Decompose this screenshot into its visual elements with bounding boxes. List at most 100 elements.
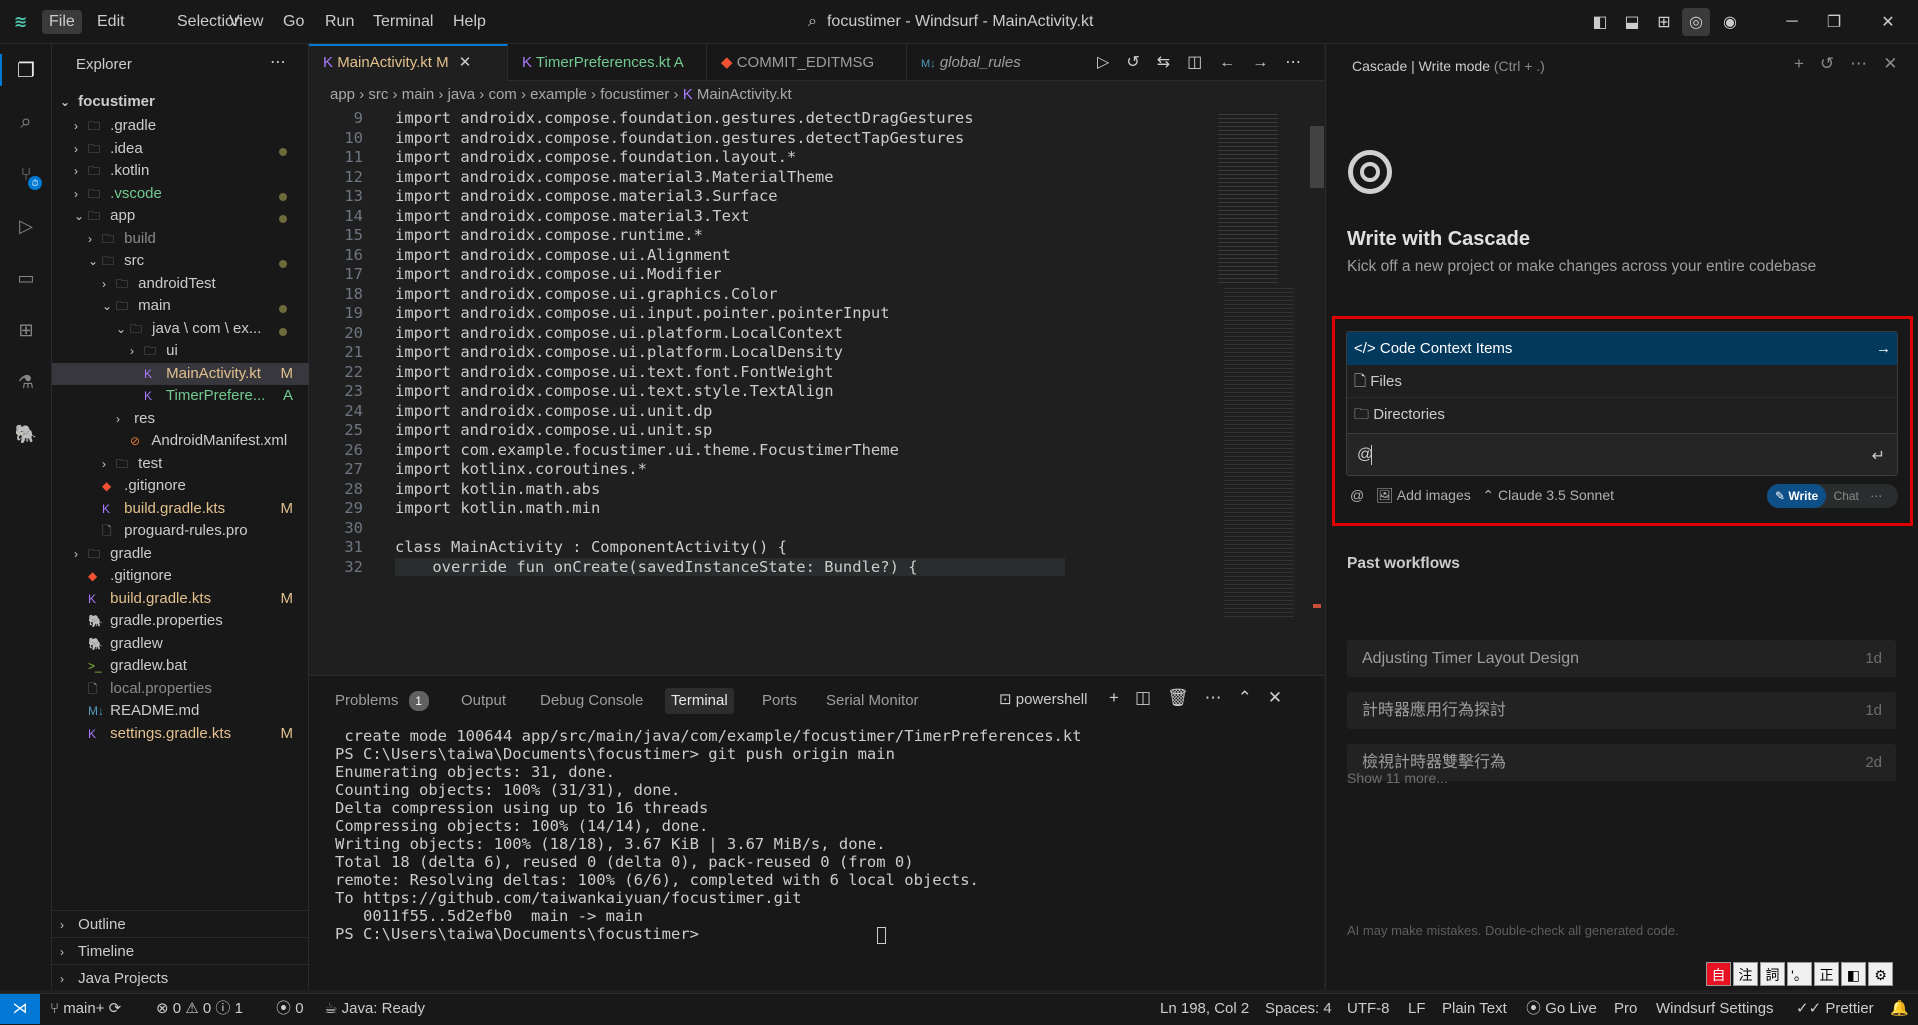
search-icon[interactable]: ⌕ (10, 106, 42, 138)
tree-item[interactable]: 🐘 gradlew (52, 633, 309, 656)
tree-item[interactable]: >_ gradlew.bat (52, 655, 309, 678)
tree-item[interactable]: › 🗀 build (52, 228, 309, 251)
tree-item[interactable]: 🐘 gradle.properties (52, 610, 309, 633)
tree-item[interactable]: K build.gradle.kts M (52, 588, 309, 611)
breadcrumb-item[interactable]: MainActivity.kt (697, 86, 792, 103)
tree-item[interactable]: › 🗀 gradle (52, 543, 309, 566)
more-actions-icon[interactable]: ⋯ (270, 52, 286, 72)
restore-icon[interactable]: ❐ (1820, 8, 1848, 36)
tree-item[interactable]: K settings.gradle.kts M (52, 723, 309, 746)
java-status[interactable]: ☕ Java: Ready (324, 994, 425, 1024)
tab-commit-editmsg[interactable]: ◆ COMMIT_EDITMSG (707, 44, 907, 81)
menu-edit[interactable]: Edit (90, 10, 132, 34)
editor-actions[interactable]: ▷↺⇆◫←→⋯ (1097, 52, 1318, 72)
dropdown-item-code-context[interactable]: </> Code Context Items → (1347, 332, 1897, 365)
account-icon[interactable]: ◉ (1716, 8, 1744, 36)
workflow-item[interactable]: Adjusting Timer Layout Design 1d (1347, 640, 1896, 677)
encoding[interactable]: UTF-8 (1347, 994, 1390, 1024)
tree-item[interactable]: ◆ .gitignore (52, 475, 309, 498)
tree-item[interactable]: › 🗀 ui (52, 340, 309, 363)
toggle-panel-icon[interactable]: ⬓ (1618, 8, 1646, 36)
timeline-section[interactable]: › Timeline (52, 937, 309, 964)
tab-output[interactable]: Output (455, 688, 512, 714)
ime-button[interactable]: ⚙ (1868, 962, 1893, 986)
editor-scrollbar[interactable] (1310, 108, 1324, 675)
ime-button[interactable]: '。 (1787, 962, 1812, 986)
tree-item[interactable]: M↓ README.md (52, 700, 309, 723)
menu-run[interactable]: Run (318, 10, 361, 34)
breadcrumb-item[interactable]: main (402, 86, 435, 103)
tree-item[interactable]: 🗋 proguard-rules.pro (52, 520, 309, 543)
panel-actions[interactable]: +◫🗑⋯⌃✕ (1109, 688, 1298, 708)
tree-item[interactable]: K TimerPrefere... A (52, 385, 309, 408)
windsurf-settings[interactable]: Windsurf Settings (1656, 994, 1774, 1024)
show-more-link[interactable]: Show 11 more... (1347, 770, 1448, 786)
notifications-icon[interactable]: 🔔 (1890, 994, 1909, 1024)
testing-icon[interactable]: ⚗ (10, 366, 42, 398)
tab-problems[interactable]: Problems 1 (329, 688, 435, 714)
workflow-item[interactable]: 計時器應用行為探討 1d (1347, 692, 1896, 729)
terminal-shell-selector[interactable]: ⊡ powershell (999, 690, 1087, 708)
cascade-input[interactable]: @ ↵ (1347, 433, 1897, 475)
ports-indicator[interactable]: ⦿ 0 (276, 994, 304, 1024)
terminal-output[interactable]: create mode 100644 app/src/main/java/com… (309, 718, 1324, 988)
tree-item[interactable]: 🗋 local.properties (52, 678, 309, 701)
tab-ports[interactable]: Ports (756, 688, 803, 714)
tab-mainactivity[interactable]: K MainActivity.kt M ✕ (309, 44, 508, 81)
tree-item[interactable]: K MainActivity.kt M (52, 362, 309, 385)
add-images-button[interactable]: 🖼 Add images (1376, 487, 1471, 503)
gradle-icon[interactable]: 🐘 (10, 418, 42, 450)
tree-item[interactable]: › res (52, 408, 309, 431)
prettier-status[interactable]: ✓✓ Prettier (1796, 994, 1874, 1024)
indentation[interactable]: Spaces: 4 (1265, 994, 1332, 1024)
breadcrumb-item[interactable]: app (330, 86, 355, 103)
code-editor[interactable]: 9 import androidx.compose.foundation.gest… (309, 108, 1214, 675)
model-selector[interactable]: ⌃ Claude 3.5 Sonnet (1482, 487, 1614, 503)
menu-terminal[interactable]: Terminal (366, 10, 440, 34)
tree-item[interactable]: ⌄ 🗀 src (52, 250, 309, 273)
language-mode[interactable]: Plain Text (1442, 994, 1507, 1024)
ime-button[interactable]: 注 (1733, 962, 1758, 986)
java-projects-section[interactable]: › Java Projects (52, 964, 309, 991)
tab-debug-console[interactable]: Debug Console (534, 688, 649, 714)
close-tab-icon[interactable]: ✕ (459, 54, 472, 71)
problems-indicator[interactable]: ⊗ 0 ⚠ 0 ⓘ 1 (156, 994, 243, 1024)
source-control-icon[interactable]: ⑂ ⏱ (10, 158, 42, 190)
dropdown-item-files[interactable]: 🗋 Files (1347, 365, 1897, 398)
tree-item[interactable]: › 🗀 .idea (52, 138, 309, 161)
tree-item[interactable]: › 🗀 androidTest (52, 273, 309, 296)
customize-layout-icon[interactable]: ⊞ (1650, 8, 1678, 36)
mode-toggle[interactable]: ✎ Write Chat ⋯ (1767, 484, 1898, 508)
mode-write-button[interactable]: ✎ Write (1767, 484, 1827, 508)
tab-terminal[interactable]: Terminal (665, 688, 734, 714)
run-debug-icon[interactable]: ▷ (10, 210, 42, 242)
cursor-position[interactable]: Ln 198, Col 2 (1160, 994, 1249, 1024)
breadcrumb-item[interactable]: java (448, 86, 476, 103)
tree-item[interactable]: ⌄ 🗀 main (52, 295, 309, 318)
tree-item[interactable]: ⌄ 🗀 java \ com \ ex... (52, 318, 309, 341)
go-live[interactable]: ⦿ Go Live (1526, 994, 1597, 1024)
remote-indicator-icon[interactable]: ⋊ (0, 994, 40, 1024)
branch-indicator[interactable]: ⑂ main+ ⟳ (50, 994, 121, 1024)
ime-button[interactable]: ◧ (1841, 962, 1866, 986)
minimap[interactable] (1214, 108, 1310, 675)
breadcrumb-item[interactable]: src (368, 86, 388, 103)
remote-explorer-icon[interactable]: ▭ (10, 262, 42, 294)
minimize-icon[interactable]: ─ (1778, 8, 1806, 36)
tree-item[interactable]: › 🗀 test (52, 453, 309, 476)
outline-section[interactable]: › Outline (52, 910, 309, 937)
tree-item[interactable]: ◆ .gitignore (52, 565, 309, 588)
tree-item[interactable]: ⊘ AndroidManifest.xml (52, 430, 309, 453)
explorer-icon[interactable]: ❐ (10, 54, 42, 86)
tree-item[interactable]: › 🗀 .kotlin (52, 160, 309, 183)
ime-button[interactable]: 自 (1706, 962, 1731, 986)
tab-serial-monitor[interactable]: Serial Monitor (820, 688, 925, 714)
mention-icon[interactable]: @ (1350, 487, 1364, 503)
tree-item[interactable]: ⌄ 🗀 app (52, 205, 309, 228)
breadcrumb-item[interactable]: com (488, 86, 516, 103)
mode-chat-button[interactable]: Chat (1834, 489, 1859, 503)
project-root[interactable]: ⌄ focustimer (52, 88, 309, 115)
line-ending[interactable]: LF (1408, 994, 1426, 1024)
ime-button[interactable]: 正 (1814, 962, 1839, 986)
breadcrumb-item[interactable]: example (530, 86, 587, 103)
